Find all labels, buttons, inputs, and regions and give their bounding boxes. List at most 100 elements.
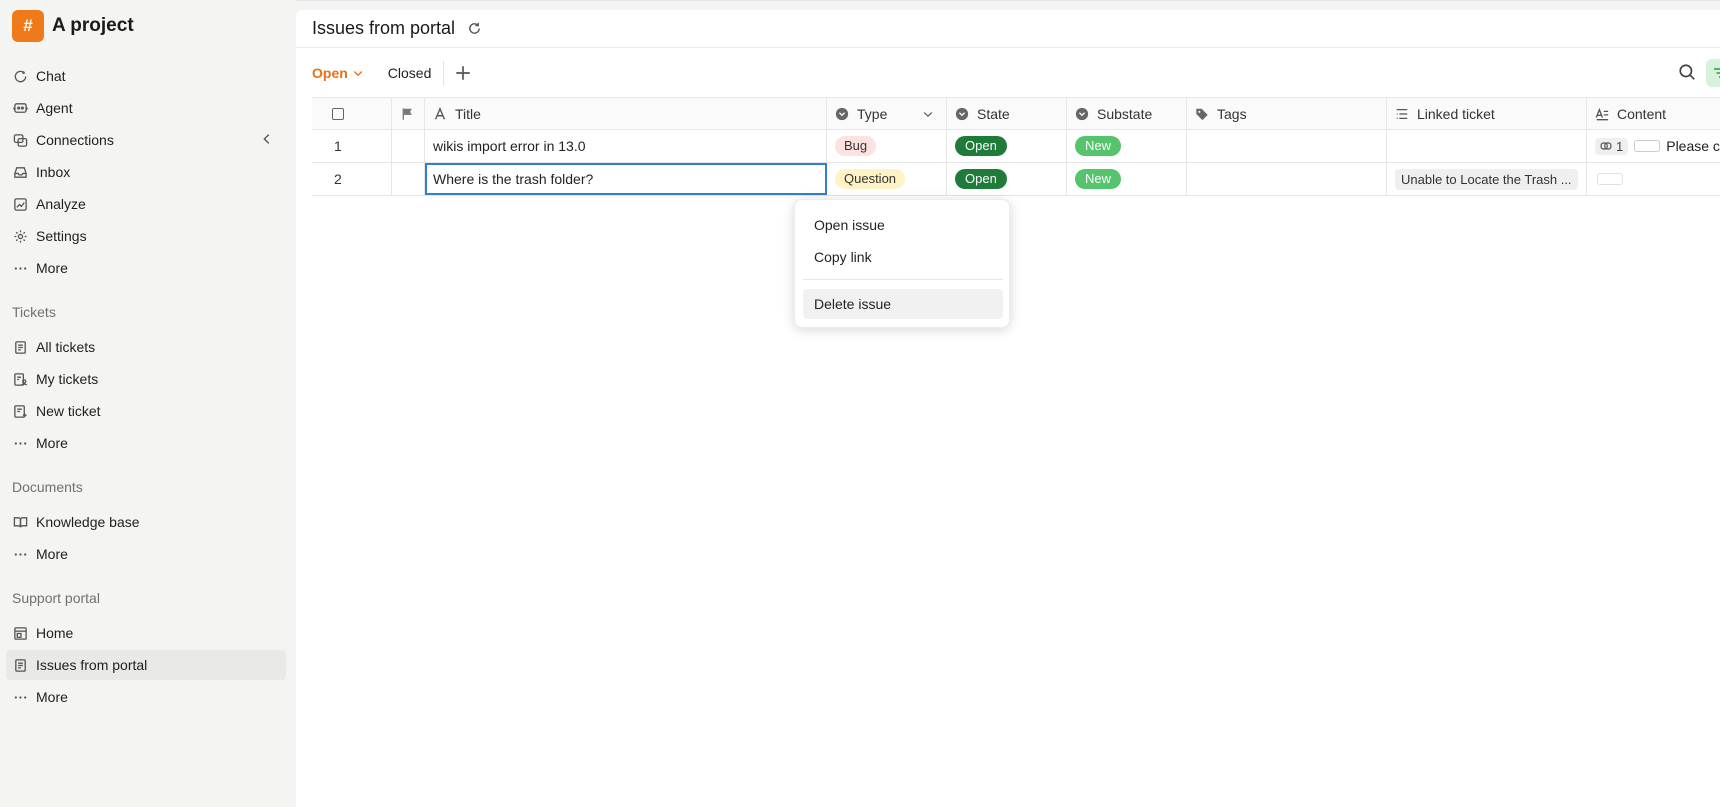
tags-cell[interactable] xyxy=(1187,130,1387,162)
sidebar-item-label: More xyxy=(36,435,68,451)
column-header-label: Type xyxy=(857,106,888,122)
view-toolbar: Open Closed xyxy=(296,49,1720,97)
chevron-left-icon[interactable] xyxy=(260,132,274,149)
type-badge: Question xyxy=(835,169,906,189)
sidebar-item-label: Issues from portal xyxy=(36,657,148,673)
sidebar-item-label: New ticket xyxy=(36,403,101,419)
chevron-down-icon[interactable] xyxy=(922,107,934,123)
project-header[interactable]: # A project xyxy=(12,10,134,42)
row-number: 2 xyxy=(312,163,392,195)
column-header-linked-ticket[interactable]: Linked ticket xyxy=(1387,98,1587,130)
more-icon xyxy=(12,689,28,705)
column-header-type[interactable]: Type xyxy=(827,98,947,130)
sidebar-item-label: Settings xyxy=(36,228,87,244)
column-header-substate[interactable]: Substate xyxy=(1067,98,1187,130)
sidebar-item-agent[interactable]: Agent xyxy=(6,93,286,123)
state-badge: Open xyxy=(955,136,1007,156)
page-header: Issues from portal xyxy=(296,10,1720,48)
filter-button[interactable] xyxy=(1706,59,1720,87)
add-view-button[interactable] xyxy=(454,64,472,82)
context-menu: Open issue Copy link Delete issue xyxy=(794,199,1010,328)
more-icon xyxy=(12,435,28,451)
column-header-content[interactable]: Content xyxy=(1587,98,1720,130)
content-cell[interactable] xyxy=(1587,163,1720,195)
linked-ticket-cell[interactable] xyxy=(1387,130,1587,162)
content-preview-box xyxy=(1634,140,1661,152)
sidebar-item-portal-more[interactable]: More xyxy=(6,682,286,712)
sidebar-item-label: All tickets xyxy=(36,339,96,355)
flag-icon xyxy=(400,107,414,121)
substate-cell[interactable]: New xyxy=(1067,163,1187,195)
sidebar-item-tickets-more[interactable]: More xyxy=(6,428,286,458)
flag-column-header[interactable] xyxy=(392,98,425,130)
tab-open-label: Open xyxy=(312,65,348,81)
sidebar-item-analyze[interactable]: Analyze xyxy=(6,189,286,219)
menu-item-open-issue[interactable]: Open issue xyxy=(803,210,1003,240)
home-icon xyxy=(12,625,28,641)
title-cell[interactable]: wikis import error in 13.0 xyxy=(425,130,827,162)
sidebar-item-all-tickets[interactable]: All tickets xyxy=(6,332,286,362)
column-header-tags[interactable]: Tags xyxy=(1187,98,1387,130)
attachment-count-chip: 1 xyxy=(1595,137,1629,155)
filter-icon xyxy=(1714,68,1720,78)
tab-open[interactable]: Open xyxy=(312,65,364,81)
ticket-list-icon xyxy=(12,339,28,355)
agent-icon xyxy=(12,100,28,116)
menu-item-delete-issue[interactable]: Delete issue xyxy=(803,289,1003,319)
select-type-icon xyxy=(955,107,969,121)
sidebar-item-inbox[interactable]: Inbox xyxy=(6,157,286,187)
substate-cell[interactable]: New xyxy=(1067,130,1187,162)
column-header-state[interactable]: State xyxy=(947,98,1067,130)
sidebar-item-connections[interactable]: Connections xyxy=(6,125,286,155)
sidebar-item-label: Inbox xyxy=(36,164,71,180)
type-cell[interactable]: Bug xyxy=(827,130,947,162)
tags-cell[interactable] xyxy=(1187,163,1387,195)
sidebar-item-label: More xyxy=(36,689,68,705)
main-panel: Issues from portal Open Closed Title Typ… xyxy=(296,10,1720,807)
table-header-row: Title Type State Substate Tags Linked ti… xyxy=(312,97,1720,130)
sidebar-item-documents-more[interactable]: More xyxy=(6,539,286,569)
type-badge: Bug xyxy=(835,136,877,156)
content-cell[interactable]: 1 Please ch xyxy=(1587,130,1720,162)
linked-ticket-cell[interactable]: Unable to Locate the Trash ... xyxy=(1387,163,1587,195)
sidebar-item-more[interactable]: More xyxy=(6,253,286,283)
tab-closed[interactable]: Closed xyxy=(388,65,432,81)
sidebar-item-label: My tickets xyxy=(36,371,99,387)
sidebar-item-new-ticket[interactable]: New ticket xyxy=(6,396,286,426)
toolbar-divider xyxy=(443,61,445,85)
row-flag-cell[interactable] xyxy=(392,163,425,195)
search-icon[interactable] xyxy=(1678,63,1696,84)
select-all-checkbox[interactable] xyxy=(332,108,344,120)
sidebar-item-knowledge-base[interactable]: Knowledge base xyxy=(6,507,286,537)
analyze-icon xyxy=(12,196,28,212)
linked-ticket-chip[interactable]: Unable to Locate the Trash ... xyxy=(1395,168,1578,190)
menu-item-copy-link[interactable]: Copy link xyxy=(803,242,1003,272)
sidebar-item-settings[interactable]: Settings xyxy=(6,221,286,251)
sidebar-item-label: More xyxy=(36,260,68,276)
sidebar-item-home[interactable]: Home xyxy=(6,618,286,648)
section-documents: Documents xyxy=(12,479,83,495)
row-flag-cell[interactable] xyxy=(392,130,425,162)
sidebar-item-chat[interactable]: Chat xyxy=(6,61,286,91)
refresh-icon[interactable] xyxy=(467,21,482,36)
page-title: Issues from portal xyxy=(312,18,456,38)
title-cell-selected[interactable]: Where is the trash folder? xyxy=(425,163,827,195)
select-all-cell xyxy=(312,98,392,130)
rich-text-icon xyxy=(1595,107,1609,121)
column-header-label: State xyxy=(977,106,1010,122)
sidebar-item-issues-from-portal[interactable]: Issues from portal xyxy=(6,650,286,680)
section-tickets: Tickets xyxy=(12,304,56,320)
table-row[interactable]: 2 Where is the trash folder? Question Op… xyxy=(312,163,1720,196)
table-row[interactable]: 1 wikis import error in 13.0 Bug Open Ne… xyxy=(312,130,1720,163)
state-cell[interactable]: Open xyxy=(947,130,1067,162)
substate-badge: New xyxy=(1075,169,1122,189)
type-cell[interactable]: Question xyxy=(827,163,947,195)
sidebar-item-label: Agent xyxy=(36,100,73,116)
sidebar-item-label: Connections xyxy=(36,132,114,148)
sidebar-item-my-tickets[interactable]: My tickets xyxy=(6,364,286,394)
project-name: A project xyxy=(52,15,134,36)
sidebar-item-label: Home xyxy=(36,625,74,641)
column-header-title[interactable]: Title xyxy=(425,98,827,130)
select-type-icon xyxy=(1075,107,1089,121)
state-cell[interactable]: Open xyxy=(947,163,1067,195)
